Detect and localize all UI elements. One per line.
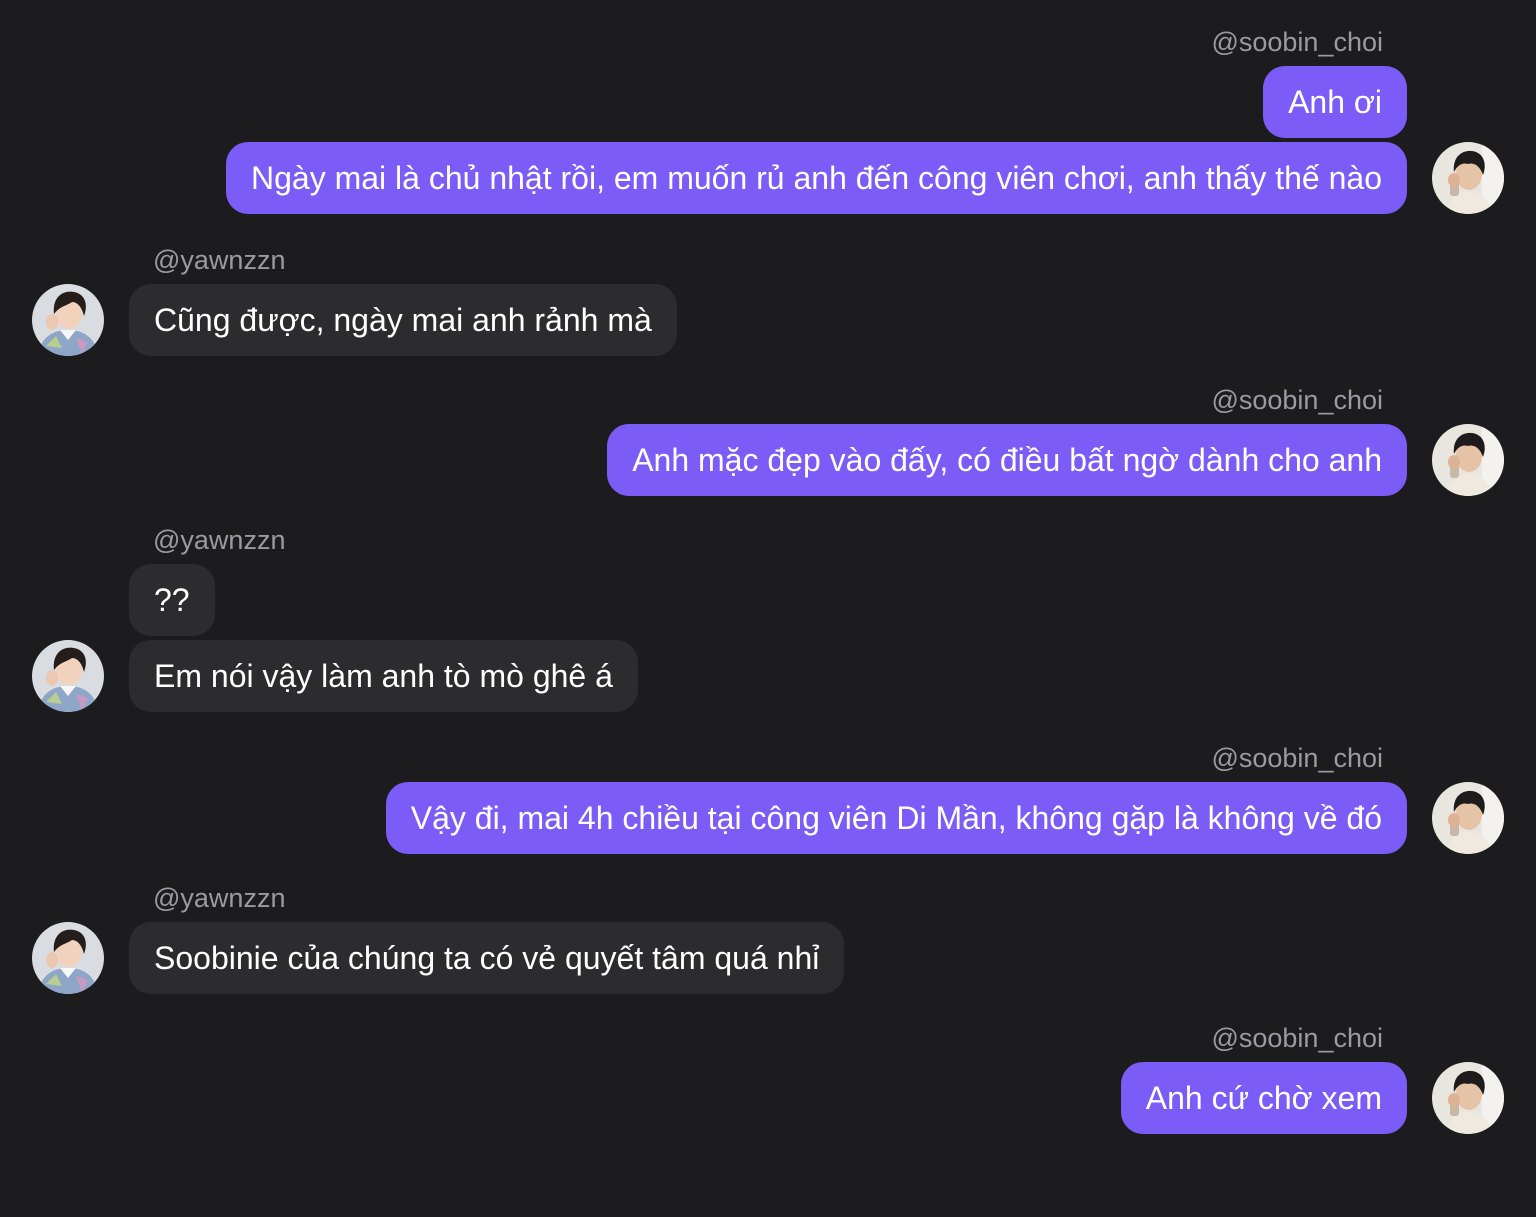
avatar[interactable] bbox=[1432, 782, 1504, 854]
sender-username: @soobin_choi bbox=[1211, 1023, 1383, 1053]
avatar-yawnzzn-icon bbox=[32, 284, 104, 356]
sender-username: @yawnzzn bbox=[153, 525, 286, 555]
avatar-yawnzzn-icon bbox=[32, 922, 104, 994]
avatar[interactable] bbox=[1432, 1062, 1504, 1134]
sender-username: @soobin_choi bbox=[1211, 27, 1383, 57]
incoming-message-bubble[interactable]: ?? bbox=[129, 564, 215, 636]
avatar[interactable] bbox=[1432, 142, 1504, 214]
outgoing-message-bubble[interactable]: Anh ơi bbox=[1263, 66, 1407, 138]
incoming-message-bubble[interactable]: Cũng được, ngày mai anh rảnh mà bbox=[129, 284, 677, 356]
incoming-message-bubble[interactable]: Em nói vậy làm anh tò mò ghê á bbox=[129, 640, 638, 712]
outgoing-message-bubble[interactable]: Vậy đi, mai 4h chiều tại công viên Di Mầ… bbox=[385, 782, 1407, 854]
outgoing-message-bubble[interactable]: Anh mặc đẹp vào đấy, có điều bất ngờ dàn… bbox=[607, 424, 1407, 496]
sender-username: @yawnzzn bbox=[153, 245, 286, 275]
avatar-soobin-icon bbox=[1432, 1062, 1504, 1134]
avatar-yawnzzn-icon bbox=[32, 640, 104, 712]
sender-username: @soobin_choi bbox=[1211, 385, 1383, 415]
avatar[interactable] bbox=[32, 284, 104, 356]
avatar[interactable] bbox=[32, 640, 104, 712]
sender-username: @yawnzzn bbox=[153, 883, 286, 913]
sender-username: @soobin_choi bbox=[1211, 743, 1383, 773]
outgoing-message-bubble[interactable]: Ngày mai là chủ nhật rồi, em muốn rủ anh… bbox=[226, 142, 1407, 214]
avatar[interactable] bbox=[32, 922, 104, 994]
avatar-soobin-icon bbox=[1432, 782, 1504, 854]
avatar-soobin-icon bbox=[1432, 142, 1504, 214]
outgoing-message-bubble[interactable]: Anh cứ chờ xem bbox=[1120, 1062, 1407, 1134]
avatar-soobin-icon bbox=[1432, 424, 1504, 496]
incoming-message-bubble[interactable]: Soobinie của chúng ta có vẻ quyết tâm qu… bbox=[129, 922, 845, 994]
avatar[interactable] bbox=[1432, 424, 1504, 496]
